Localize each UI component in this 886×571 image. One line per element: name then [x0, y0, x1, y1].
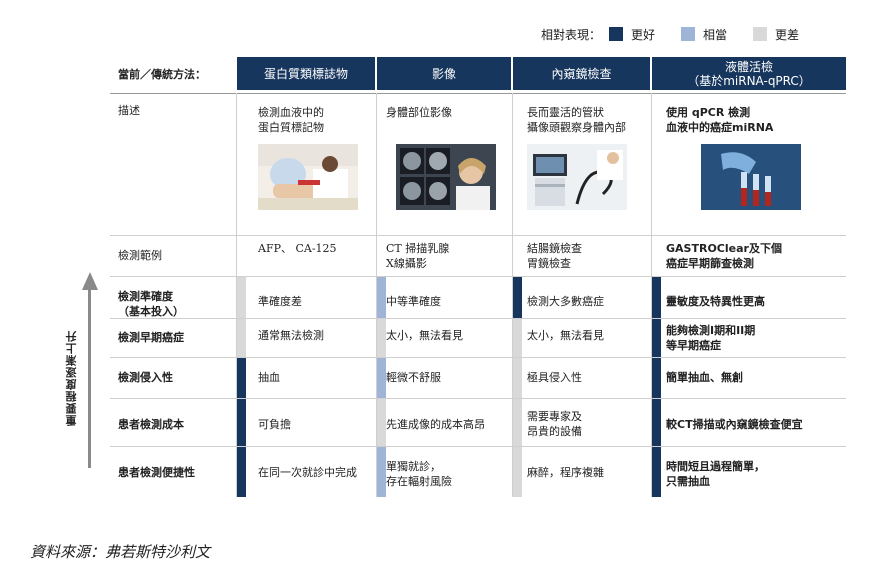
legend-swatch-equal [681, 27, 696, 41]
header-label: 當前／傳統方法： [118, 67, 206, 81]
rating-bar [377, 358, 386, 398]
row-label-cost: 患者檢測成本 [118, 418, 184, 431]
divider [110, 93, 846, 94]
liquid-biopsy-photo [701, 144, 801, 210]
rating-bar [513, 277, 522, 318]
blood-draw-photo [258, 144, 358, 210]
cell-invasive-liquid: 簡單抽血、無創 [666, 371, 743, 384]
importance-arrow [88, 290, 91, 468]
source-note: 資料來源：弗若斯特沙利文 [30, 543, 211, 561]
divider [110, 398, 846, 399]
divider [110, 276, 846, 277]
rating-bar [652, 447, 661, 497]
cell-convenience-liquid: 時間短且過程簡單， 只需抽血 [666, 460, 765, 488]
cell-description-protein: 檢測血液中的 蛋白質標記物 [258, 106, 324, 134]
legend-equal: 相當 [703, 27, 728, 42]
cell-early-protein: 通常無法檢測 [258, 329, 324, 342]
row-label-invasive: 檢測侵入性 [118, 371, 173, 384]
importance-arrow-head [82, 272, 98, 290]
header-col-protein: 蛋白質類標誌物 [237, 57, 375, 90]
cell-scope-imaging: CT 掃描乳腺 X線攝影 [386, 242, 450, 270]
cell-accuracy-liquid: 靈敏度及特異性更高 [666, 295, 765, 308]
legend-worse: 更差 [775, 27, 800, 42]
header-col-liquid-sub: （基於miRNA-qPRC） [687, 73, 811, 88]
legend-better: 更好 [631, 27, 656, 42]
cell-invasive-endoscopy: 極具侵入性 [527, 371, 582, 384]
cell-description-endoscopy: 長而靈活的管狀 攝像頭觀察身體內部 [527, 106, 626, 134]
row-label-accuracy: 檢測準確度 （基本投入） [118, 290, 184, 318]
rating-bar [513, 447, 522, 497]
rating-bar [237, 399, 246, 446]
divider [110, 357, 846, 358]
rating-bar [377, 277, 386, 318]
rating-bar [513, 319, 522, 357]
rating-bar [377, 447, 386, 497]
cell-early-liquid: 能夠檢測I期和II期 等早期癌症 [666, 324, 756, 352]
cell-convenience-endoscopy: 麻醉，程序複雜 [527, 466, 604, 479]
rating-bar [513, 399, 522, 446]
cell-cost-imaging: 先進成像的成本高昂 [386, 418, 485, 431]
header-col-endoscopy: 內窺鏡檢查 [513, 57, 650, 90]
rating-bar [237, 447, 246, 497]
rating-bar [377, 399, 386, 446]
cell-description-liquid: 使用 qPCR 檢測 血液中的癌症miRNA [666, 106, 774, 134]
cell-convenience-imaging: 單獨就診， 存在輻射風險 [386, 460, 452, 488]
legend-swatch-better [609, 27, 624, 41]
cell-early-imaging: 太小，無法看見 [386, 329, 463, 342]
rating-bar [652, 358, 661, 398]
divider [110, 235, 846, 236]
cell-accuracy-protein: 準確度差 [258, 295, 302, 308]
cell-description-imaging: 身體部位影像 [386, 106, 452, 119]
rating-bar [237, 319, 246, 357]
row-label-convenience: 患者檢測便捷性 [118, 466, 195, 479]
cell-scope-endoscopy: 結腸鏡檢查 胃鏡檢查 [527, 242, 582, 270]
cell-invasive-protein: 抽血 [258, 371, 280, 384]
cell-invasive-imaging: 輕微不舒服 [386, 371, 441, 384]
cell-cost-protein: 可負擔 [258, 418, 291, 431]
rating-bar [237, 358, 246, 398]
divider [110, 446, 846, 447]
rating-bar [237, 277, 246, 318]
row-label-description: 描述 [118, 104, 140, 117]
cell-accuracy-imaging: 中等準確度 [386, 295, 441, 308]
row-label-early: 檢測早期癌症 [118, 331, 184, 344]
importance-label: 重要程度逐漸上升 [65, 330, 78, 426]
cell-scope-protein: AFP、 CA-125 [258, 242, 337, 255]
legend-label: 相對表現： [541, 27, 602, 42]
endoscope-photo [527, 144, 627, 210]
rating-bar [652, 277, 661, 318]
header-col-liquid-title: 液體活檢 [724, 59, 773, 74]
header-col-imaging: 影像 [377, 57, 511, 90]
rating-bar [652, 399, 661, 446]
row-label-scope: 檢測範例 [118, 249, 162, 262]
header-col-liquid: 液體活檢 （基於miRNA-qPRC） [652, 57, 846, 90]
cell-cost-endoscopy: 需要專家及 昂貴的設備 [527, 410, 582, 438]
cell-early-endoscopy: 太小，無法看見 [527, 329, 604, 342]
rating-bar [513, 358, 522, 398]
rating-bar [652, 319, 661, 357]
cell-convenience-protein: 在同一次就診中完成 [258, 466, 357, 479]
cell-cost-liquid: 較CT掃描或內窺鏡檢查便宜 [666, 418, 803, 431]
rating-bar [377, 319, 386, 357]
cell-accuracy-endoscopy: 檢測大多數癌症 [527, 295, 604, 308]
imaging-photo [396, 144, 496, 210]
cell-scope-liquid: GASTROClear及下個 癌症早期篩查檢測 [666, 242, 782, 270]
legend: 相對表現： 更好 相當 更差 [541, 24, 799, 44]
legend-swatch-worse [753, 27, 768, 41]
